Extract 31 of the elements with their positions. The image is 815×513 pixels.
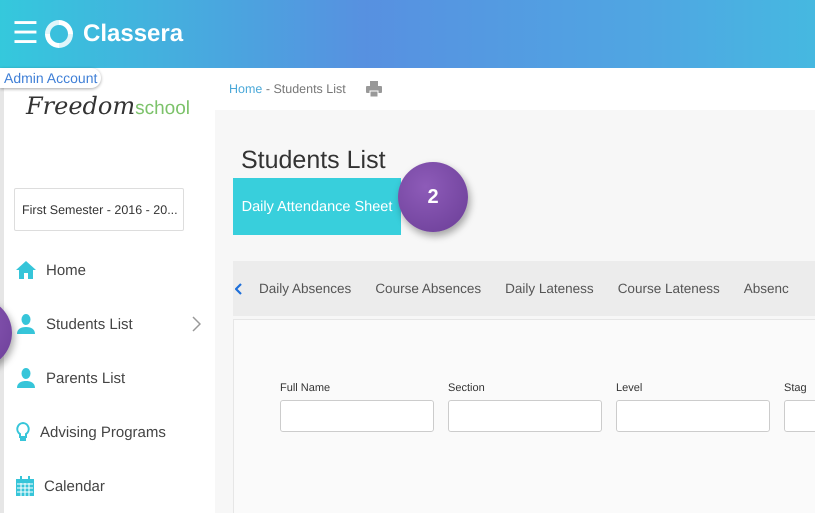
input-field[interactable]	[448, 400, 602, 432]
sidebar-item[interactable]: Advising Programs	[16, 405, 215, 459]
tab[interactable]: Course Lateness	[618, 281, 720, 296]
account-badge: Admin Account	[0, 68, 102, 88]
field-label: Level	[616, 382, 644, 394]
tab[interactable]: Daily Lateness	[505, 281, 594, 296]
print-icon[interactable]	[366, 81, 382, 97]
user-icon	[16, 368, 36, 388]
tab[interactable]: Absenc	[744, 281, 789, 296]
sidebar-item[interactable]: Parents List	[16, 351, 215, 405]
page-title: Students List	[241, 146, 387, 176]
calendar-icon	[16, 476, 34, 496]
semester-select[interactable]: First Semester - 2016 - 20...	[14, 188, 184, 231]
chevron-left-icon[interactable]	[235, 282, 243, 294]
brand-name: Classera	[83, 20, 184, 48]
home-icon	[16, 261, 36, 279]
sidebar-item[interactable]: Calendar	[16, 459, 215, 513]
breadcrumb: Home - Students List	[229, 82, 346, 96]
input-field[interactable]	[616, 400, 770, 432]
field-label: Section	[448, 382, 486, 394]
tab[interactable]: Daily Absences	[259, 281, 352, 296]
school-logo: Freedomschool	[26, 92, 190, 122]
field-label: Stag	[784, 382, 808, 394]
sidebar-item[interactable]: Home	[16, 243, 215, 297]
tab[interactable]: Course Absences	[375, 281, 482, 296]
lightbulb-icon	[16, 422, 30, 442]
sidebar-item[interactable]: Students List	[16, 297, 215, 351]
user-icon	[16, 314, 36, 334]
field-label: Full Name	[280, 382, 332, 394]
input-field[interactable]	[280, 400, 434, 432]
swirl-logo-icon	[43, 18, 75, 50]
